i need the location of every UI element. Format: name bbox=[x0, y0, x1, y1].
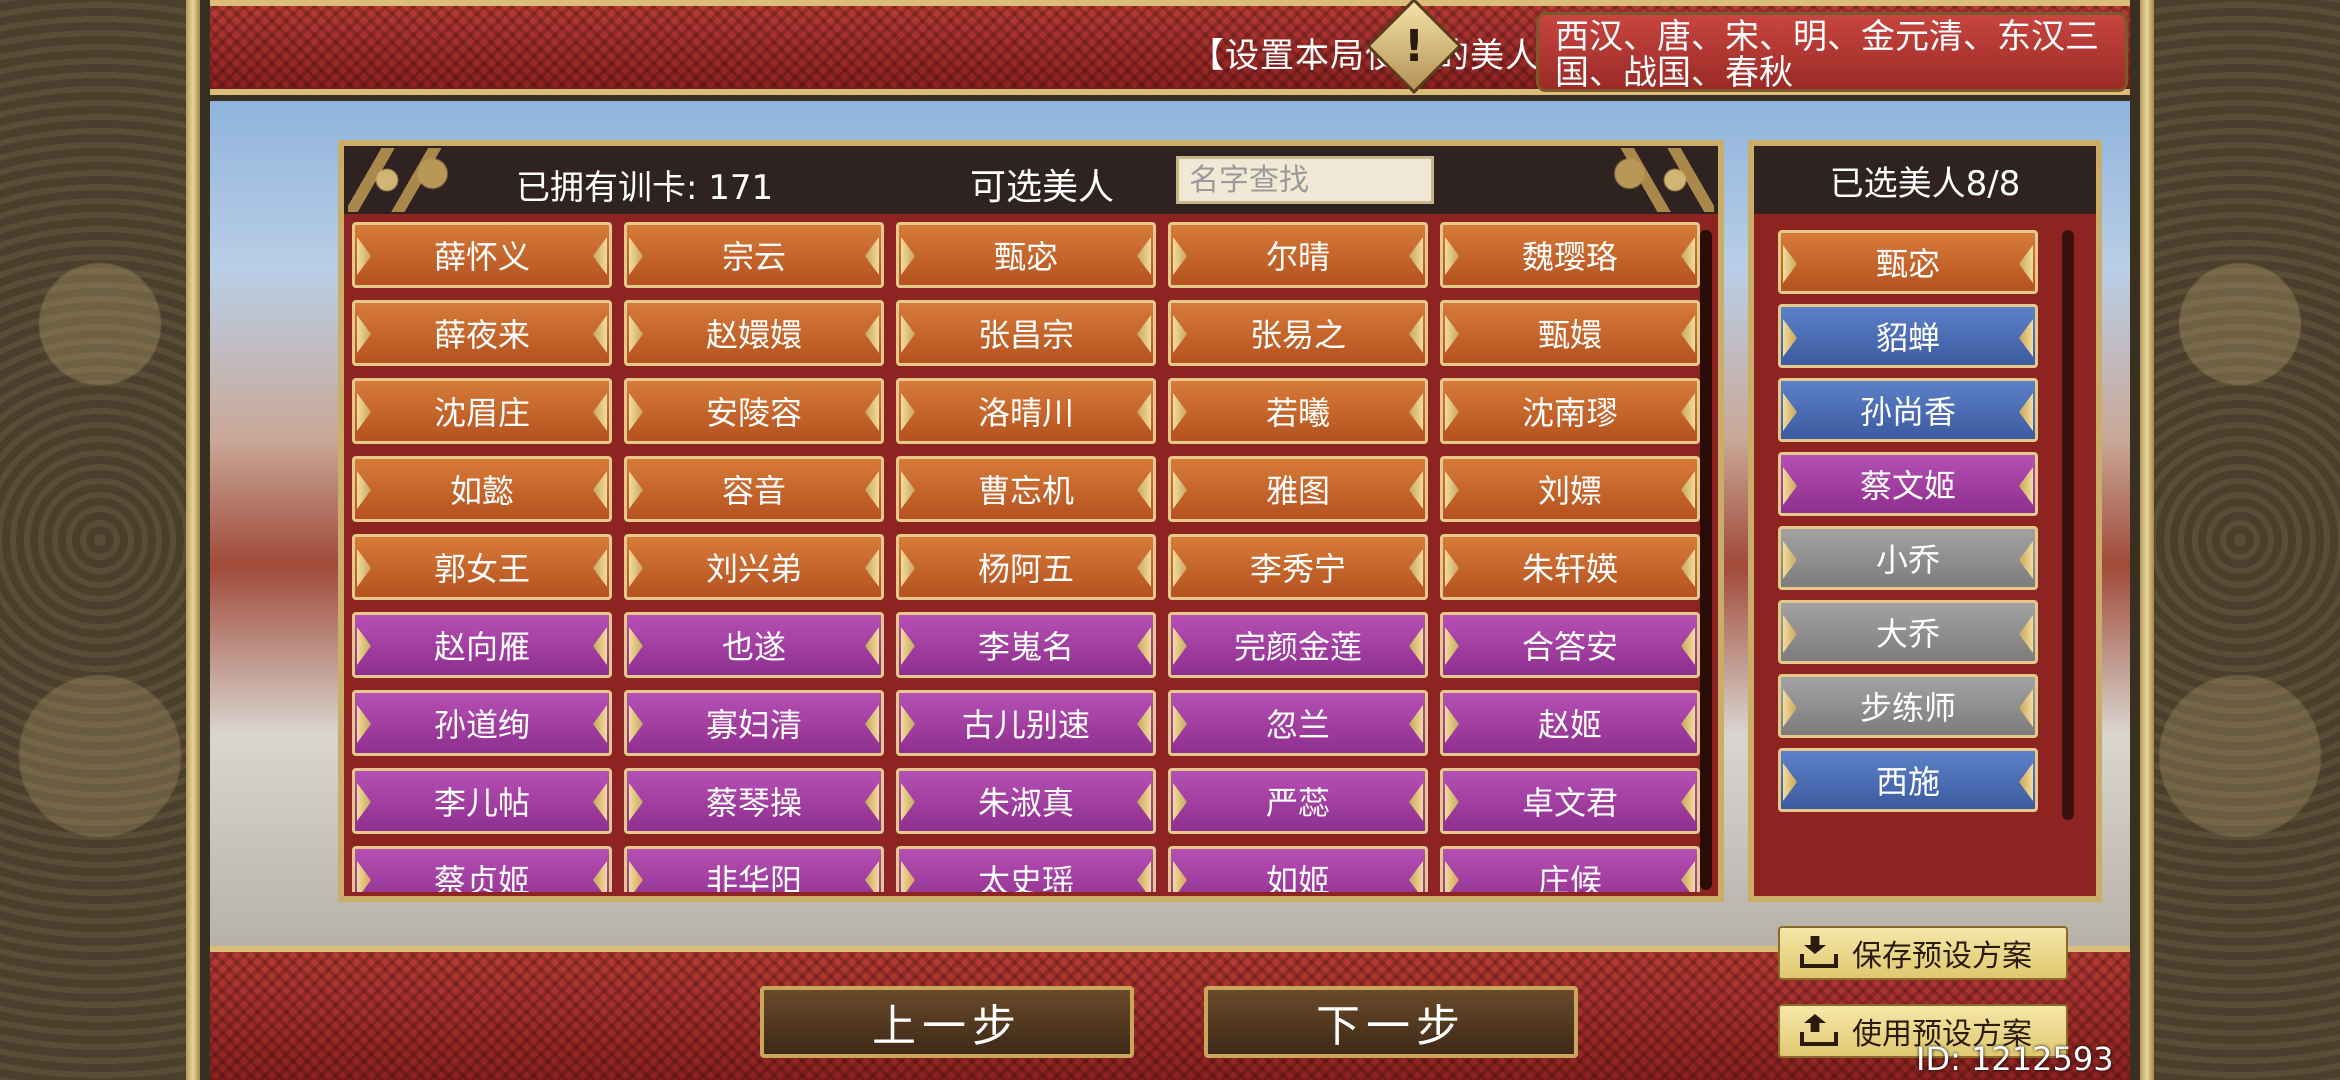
beauty-chip[interactable]: 蔡琴操 bbox=[624, 768, 884, 834]
beauty-chip[interactable]: 忽兰 bbox=[1168, 690, 1428, 756]
grid-scrollbar-thumb[interactable] bbox=[1700, 230, 1712, 890]
beauty-chip[interactable]: 安陵容 bbox=[624, 378, 884, 444]
beauty-chip[interactable]: 杨阿五 bbox=[896, 534, 1156, 600]
beauty-chip[interactable]: 卓文君 bbox=[1440, 768, 1700, 834]
available-beauties-panel: 已拥有训卡: 171 可选美人 薛怀义宗云甄宓尔晴魏璎珞薛夜来赵嬛嬛张昌宗张易之… bbox=[338, 140, 1724, 902]
beauty-chip[interactable]: 严蕊 bbox=[1168, 768, 1428, 834]
beauty-chip[interactable]: 甄宓 bbox=[896, 222, 1156, 288]
beauty-chip[interactable]: 刘兴弟 bbox=[624, 534, 884, 600]
selected-beauty-chip[interactable]: 小乔 bbox=[1778, 526, 2038, 590]
left-gold-trim bbox=[186, 0, 200, 1080]
grid-scrollbar[interactable] bbox=[1700, 230, 1712, 890]
selected-beauty-chip[interactable]: 孙尚香 bbox=[1778, 378, 2038, 442]
prev-step-button[interactable]: 上一步 bbox=[760, 986, 1134, 1058]
dragon-ornament-icon bbox=[1584, 148, 1714, 212]
beauty-chip[interactable]: 孙道绚 bbox=[352, 690, 612, 756]
save-preset-button[interactable]: 保存预设方案 bbox=[1778, 926, 2068, 980]
beauty-chip[interactable]: 合答安 bbox=[1440, 612, 1700, 678]
dragon-ornament-icon bbox=[348, 148, 478, 212]
beauty-chip[interactable]: 刘嫖 bbox=[1440, 456, 1700, 522]
beauty-chip[interactable]: 庄候 bbox=[1440, 846, 1700, 892]
beauty-grid: 薛怀义 宗云 甄宓 尔晴 魏璎珞薛夜来 赵嬛嬛 张昌宗 张易之 甄嬛沈眉庄 安陵容 洛晴川 若曦 沈南璆… bbox=[352, 222, 1702, 892]
beauty-grid-viewport: 薛怀义 宗云 甄宓 尔晴 魏璎珞薛夜来 赵嬛嬛 张昌宗 张易之 甄嬛沈眉庄 安陵容 洛晴川 若曦 沈南璆… bbox=[352, 222, 1702, 892]
beauty-chip[interactable]: 太史瑶 bbox=[896, 846, 1156, 892]
beauty-chip[interactable]: 尔晴 bbox=[1168, 222, 1428, 288]
beauty-chip[interactable]: 若曦 bbox=[1168, 378, 1428, 444]
name-search-input[interactable] bbox=[1176, 156, 1434, 204]
dynasty-filter[interactable]: 西汉、唐、宋、明、金元清、东汉三国、战国、春秋 bbox=[1536, 12, 2128, 92]
beauty-chip[interactable]: 魏璎珞 bbox=[1440, 222, 1700, 288]
beauty-chip[interactable]: 张昌宗 bbox=[896, 300, 1156, 366]
beauty-chip[interactable]: 洛晴川 bbox=[896, 378, 1156, 444]
selected-beauty-chip[interactable]: 大乔 bbox=[1778, 600, 2038, 664]
right-damask-panel bbox=[2140, 0, 2340, 1080]
download-icon bbox=[1798, 936, 1838, 970]
left-damask-panel bbox=[0, 0, 200, 1080]
beauty-chip[interactable]: 古儿别速 bbox=[896, 690, 1156, 756]
beauty-chip[interactable]: 李儿帖 bbox=[352, 768, 612, 834]
right-gold-trim bbox=[2140, 0, 2154, 1080]
beauty-chip[interactable]: 赵嬛嬛 bbox=[624, 300, 884, 366]
beauty-chip[interactable]: 也遂 bbox=[624, 612, 884, 678]
selected-beauty-chip[interactable]: 蔡文姬 bbox=[1778, 452, 2038, 516]
selected-list: 甄宓貂蝉孙尚香蔡文姬小乔大乔步练师西施 bbox=[1778, 230, 2038, 812]
beauty-chip[interactable]: 郭女王 bbox=[352, 534, 612, 600]
beauty-chip[interactable]: 雅图 bbox=[1168, 456, 1428, 522]
upload-icon bbox=[1798, 1014, 1838, 1048]
beauty-chip[interactable]: 李嵬名 bbox=[896, 612, 1156, 678]
beauty-chip[interactable]: 朱淑真 bbox=[896, 768, 1156, 834]
beauty-chip[interactable]: 薛夜来 bbox=[352, 300, 612, 366]
selected-beauties-panel: 已选美人8/8 甄宓貂蝉孙尚香蔡文姬小乔大乔步练师西施 bbox=[1748, 140, 2102, 902]
panel-header: 已拥有训卡: 171 可选美人 bbox=[344, 146, 1718, 214]
beauty-chip[interactable]: 宗云 bbox=[624, 222, 884, 288]
beauty-chip[interactable]: 容音 bbox=[624, 456, 884, 522]
beauty-chip[interactable]: 完颜金莲 bbox=[1168, 612, 1428, 678]
selected-beauty-chip[interactable]: 步练师 bbox=[1778, 674, 2038, 738]
player-id: ID: 1212593 bbox=[1916, 1040, 2114, 1078]
beauty-chip[interactable]: 薛怀义 bbox=[352, 222, 612, 288]
beauty-chip[interactable]: 如懿 bbox=[352, 456, 612, 522]
beauty-chip[interactable]: 李秀宁 bbox=[1168, 534, 1428, 600]
selected-beauty-chip[interactable]: 甄宓 bbox=[1778, 230, 2038, 294]
selected-beauty-chip[interactable]: 貂蝉 bbox=[1778, 304, 2038, 368]
selectable-beauties-label: 可选美人 bbox=[970, 167, 1115, 208]
save-preset-label: 保存预设方案 bbox=[1852, 939, 2032, 974]
selected-beauty-chip[interactable]: 西施 bbox=[1778, 748, 2038, 812]
selected-scrollbar[interactable] bbox=[2062, 230, 2074, 820]
owned-cards-label: 已拥有训卡: 171 bbox=[516, 168, 774, 208]
selected-header: 已选美人8/8 bbox=[1754, 146, 2096, 214]
beauty-chip[interactable]: 蔡贞姬 bbox=[352, 846, 612, 892]
beauty-chip[interactable]: 曹忘机 bbox=[896, 456, 1156, 522]
beauty-chip[interactable]: 沈眉庄 bbox=[352, 378, 612, 444]
beauty-chip[interactable]: 如姬 bbox=[1168, 846, 1428, 892]
beauty-chip[interactable]: 赵姬 bbox=[1440, 690, 1700, 756]
beauty-chip[interactable]: 寡妇清 bbox=[624, 690, 884, 756]
beauty-chip[interactable]: 沈南璆 bbox=[1440, 378, 1700, 444]
beauty-chip[interactable]: 朱轩媖 bbox=[1440, 534, 1700, 600]
beauty-chip[interactable]: 非华阳 bbox=[624, 846, 884, 892]
beauty-chip[interactable]: 赵向雁 bbox=[352, 612, 612, 678]
beauty-chip[interactable]: 张易之 bbox=[1168, 300, 1428, 366]
next-step-button[interactable]: 下一步 bbox=[1204, 986, 1578, 1058]
beauty-chip[interactable]: 甄嬛 bbox=[1440, 300, 1700, 366]
